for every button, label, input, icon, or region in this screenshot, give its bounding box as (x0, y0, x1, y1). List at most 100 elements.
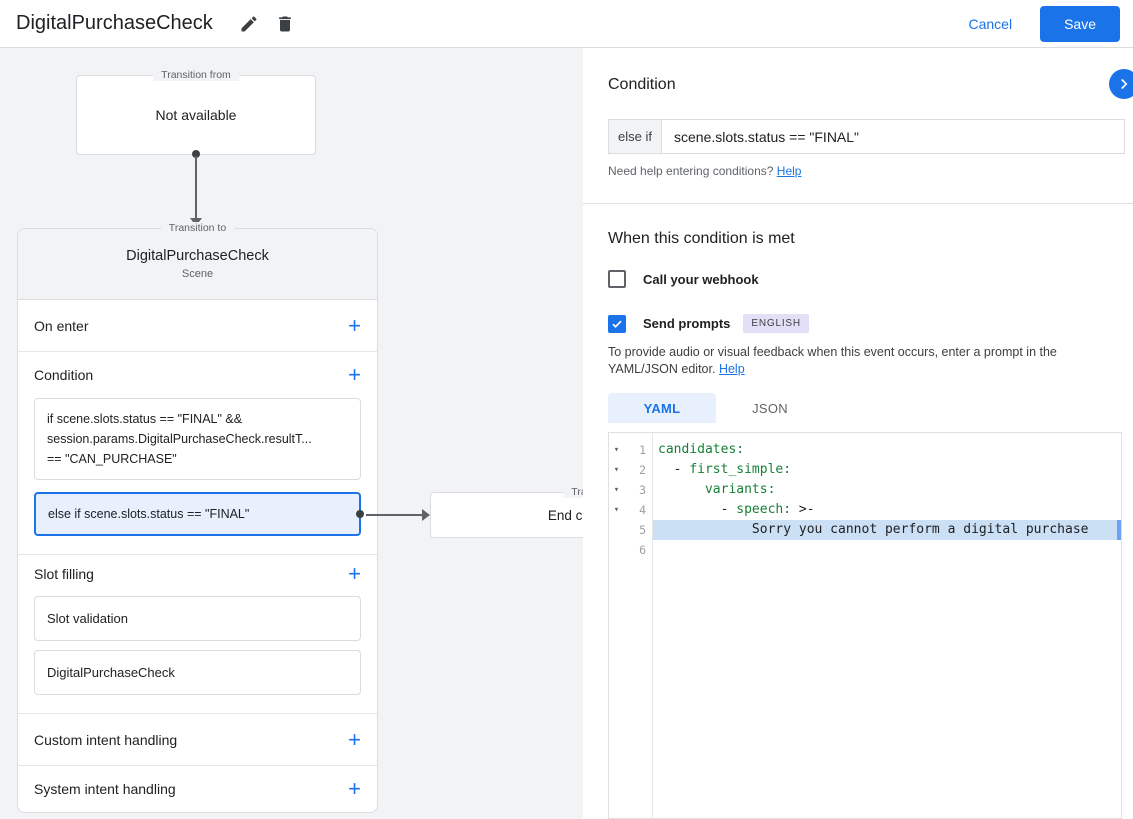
code-token: first_simple: (689, 462, 792, 477)
when-met-title: When this condition is met (608, 230, 795, 247)
code-token: variants: (704, 482, 776, 497)
condition-section-label: Condition (34, 367, 94, 383)
slot-filling-section: Slot filling + Slot validation DigitalPu… (18, 555, 377, 714)
editor-gutter: ▾ 1 ▾ 2 ▾ 3 ▾ 4 5 6 (609, 433, 653, 818)
help-prompt-text: Need help entering conditions? (608, 164, 774, 178)
save-button[interactable]: Save (1040, 5, 1120, 42)
fold-arrow-icon[interactable]: ▾ (609, 445, 624, 455)
send-prompts-label: Send prompts (643, 316, 731, 331)
page-title: DigitalPurchaseCheck (16, 12, 213, 34)
code-token: Sorry you cannot perform a digital purch… (658, 522, 1089, 537)
prompt-hint-body: To provide audio or visual feedback when… (608, 345, 1057, 376)
send-prompts-option-row[interactable]: Send prompts ENGLISH (608, 314, 809, 333)
code-line[interactable] (653, 540, 1121, 560)
condition-item-selected[interactable]: else if scene.slots.status == "FINAL" (34, 492, 364, 536)
editor-help-link[interactable]: Help (719, 362, 745, 376)
code-line[interactable]: Sorry you cannot perform a digital purch… (653, 520, 1121, 540)
app-window: DigitalPurchaseCheck Cancel Save Transit… (0, 0, 1133, 819)
custom-intent-label: Custom intent handling (34, 731, 178, 748)
transition-from-node[interactable]: Transition from Not available (76, 69, 316, 158)
condition-help-text: Need help entering conditions? Help (608, 164, 801, 178)
condition-operator-chip: else if (608, 119, 661, 154)
check-icon (612, 320, 622, 328)
line-number: 4 (639, 503, 646, 517)
edit-title-button[interactable] (233, 8, 265, 40)
editor-tabs: YAML JSON (608, 393, 824, 423)
webhook-label: Call your webhook (643, 271, 759, 287)
condition-section: Condition + if scene.slots.status == "FI… (18, 352, 377, 555)
slot-filling-label: Slot filling (34, 566, 94, 582)
line-number: 2 (639, 463, 646, 477)
system-intent-label: System intent handling (34, 781, 176, 797)
code-token: candidates: (658, 442, 745, 457)
slot-item[interactable]: DigitalPurchaseCheck (34, 650, 361, 695)
code-line[interactable]: variants: (653, 480, 1121, 500)
fold-arrow-icon[interactable]: ▾ (609, 465, 624, 475)
condition-text-line: if scene.slots.status == "FINAL" && (47, 412, 243, 426)
add-custom-intent-icon[interactable]: + (348, 728, 361, 751)
panel-title: Condition (608, 76, 676, 93)
scene-card[interactable]: Transition to DigitalPurchaseCheck Scene… (17, 222, 378, 813)
delete-scene-button[interactable] (269, 8, 301, 40)
scene-card-header: DigitalPurchaseCheck Scene (18, 229, 377, 300)
collapse-panel-button[interactable] (1109, 69, 1133, 99)
transition-from-value: Not available (155, 107, 237, 123)
code-line[interactable]: - first_simple: (653, 460, 1121, 480)
editor-code[interactable]: candidates: - first_simple: variants: - … (653, 433, 1121, 818)
line-number: 6 (639, 543, 646, 557)
selection-cap (1117, 520, 1121, 540)
code-editor[interactable]: ▾ 1 ▾ 2 ▾ 3 ▾ 4 5 6 candidates: - first_simple: v… (608, 432, 1122, 819)
fold-arrow-icon[interactable]: ▾ (609, 505, 624, 515)
add-system-intent-icon[interactable]: + (348, 778, 361, 800)
slot-item-label: DigitalPurchaseCheck (47, 665, 175, 680)
slot-validation-item[interactable]: Slot validation (34, 596, 361, 641)
condition-detail-panel: Condition else if Need help entering con… (583, 48, 1133, 819)
end-conversation-node[interactable]: Transition to End conversation (430, 486, 583, 538)
pencil-icon (241, 15, 257, 31)
slot-item-label: Slot validation (47, 611, 128, 626)
code-token: - (658, 502, 737, 517)
code-token: speech: (736, 502, 792, 517)
connector-line-vertical (195, 156, 197, 218)
end-node-value: End conversation (547, 507, 583, 523)
code-line[interactable]: candidates: (653, 440, 1121, 460)
help-link[interactable]: Help (777, 164, 802, 178)
cancel-button[interactable]: Cancel (968, 16, 1012, 32)
code-token: >- (791, 502, 815, 517)
webhook-checkbox[interactable] (608, 270, 626, 288)
scene-title: DigitalPurchaseCheck (126, 248, 269, 264)
add-condition-icon[interactable]: + (348, 364, 361, 386)
add-slot-icon[interactable]: + (348, 563, 361, 585)
system-intent-section[interactable]: System intent handling + (18, 766, 377, 812)
condition-input[interactable] (661, 119, 1125, 154)
on-enter-label: On enter (34, 317, 89, 334)
language-badge: ENGLISH (743, 314, 809, 333)
line-number: 1 (639, 443, 646, 457)
tab-json[interactable]: JSON (716, 393, 824, 423)
fold-arrow-icon[interactable]: ▾ (609, 485, 624, 495)
condition-text-line: session.params.DigitalPurchaseCheck.resu… (47, 432, 312, 446)
code-token: - (658, 462, 690, 477)
scene-subtitle: Scene (181, 268, 214, 280)
header: DigitalPurchaseCheck Cancel Save (0, 0, 1133, 48)
line-number: 5 (639, 523, 646, 537)
code-line[interactable]: - speech: >- (653, 500, 1121, 520)
panel-divider (583, 203, 1133, 204)
connector-dot[interactable] (356, 510, 364, 518)
condition-input-row: else if (608, 119, 1125, 154)
tab-yaml[interactable]: YAML (608, 393, 716, 423)
transition-from-label: Transition from (153, 69, 239, 81)
flow-canvas[interactable]: Transition from Not available Transition… (0, 48, 583, 819)
add-on-enter-icon[interactable]: + (348, 314, 361, 337)
custom-intent-section[interactable]: Custom intent handling + (18, 714, 377, 766)
webhook-option-row[interactable]: Call your webhook (608, 270, 759, 288)
connector-line-horizontal (366, 514, 423, 516)
send-prompts-checkbox[interactable] (608, 314, 626, 333)
on-enter-section[interactable]: On enter + (18, 300, 377, 352)
line-number: 3 (639, 483, 646, 497)
transition-to-label: Transition to (160, 222, 235, 234)
chevron-right-icon (1121, 78, 1128, 90)
condition-item[interactable]: if scene.slots.status == "FINAL" && sess… (34, 398, 361, 480)
end-node-label: Transition to (563, 486, 583, 498)
